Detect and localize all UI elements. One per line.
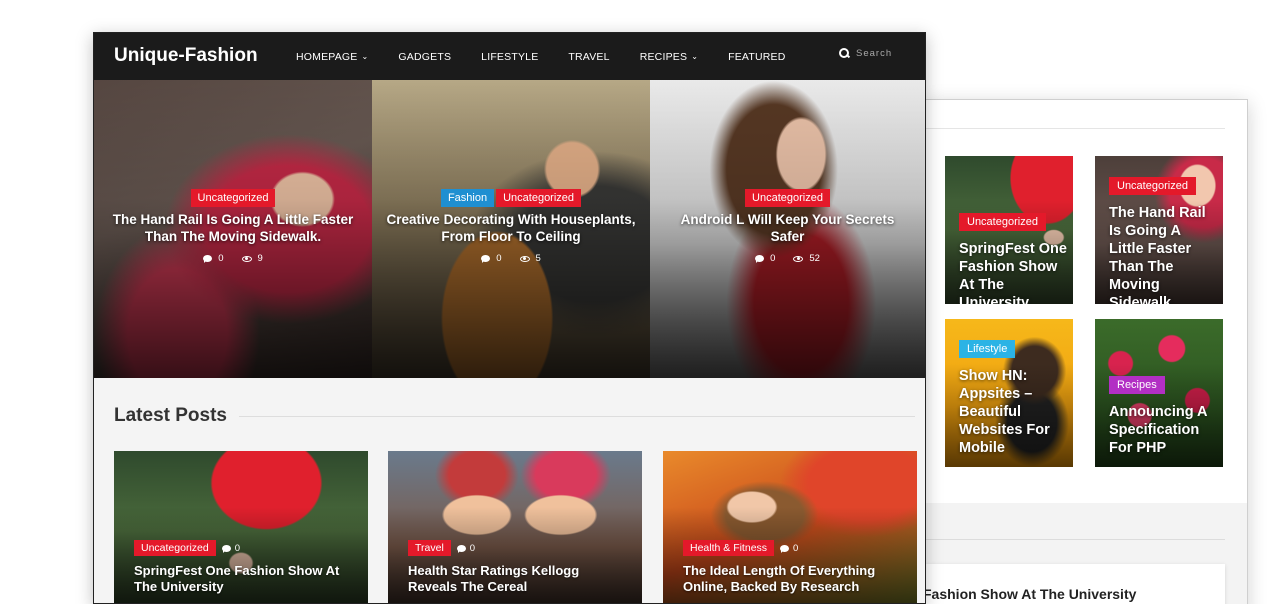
category-badges: Uncategorized [650,189,925,207]
eye-icon [519,255,530,262]
category-badge[interactable]: Uncategorized [1109,177,1196,195]
menu-item-homepage[interactable]: HOMEPAGE ⌄ [296,51,368,63]
search-box[interactable] [839,48,916,59]
comment-count: 0 [793,542,799,554]
post-meta: 0 52 [650,253,925,264]
hero-slide[interactable]: Uncategorized The Hand Rail Is Going A L… [94,80,372,378]
category-badge[interactable]: Recipes [1109,376,1165,394]
post-meta: 0 5 [372,253,650,264]
menu-label: FEATURED [728,50,786,63]
category-badge[interactable]: Health & Fitness [683,540,775,556]
category-badge[interactable]: Fashion [440,189,495,207]
comment-icon [456,544,466,553]
hero-slider: Uncategorized The Hand Rail Is Going A L… [94,80,925,378]
category-badges: Fashion Uncategorized [372,189,650,207]
sidebar-post-title[interactable]: Show HN: Appsites – Beautiful Websites F… [959,367,1067,457]
sidebar-post-title[interactable]: The Hand Rail Is Going A Little Faster T… [1109,204,1217,304]
hero-title[interactable]: Creative Decorating With Houseplants, Fr… [386,211,636,245]
sidebar-post-tile[interactable]: Lifestyle Show HN: Appsites – Beautiful … [945,319,1073,467]
eye-icon [793,255,804,262]
category-badge[interactable]: Uncategorized [134,540,216,556]
category-badge[interactable]: Uncategorized [959,213,1046,231]
comment-icon [780,544,790,553]
post-title[interactable]: SpringFest One Fashion Show At The Unive… [134,563,356,595]
category-badge[interactable]: Lifestyle [959,340,1016,358]
eye-icon [241,255,252,262]
category-badges: Uncategorized [94,189,372,207]
top-navbar: Unique-Fashion HOMEPAGE ⌄ GADGETS LIFESTY… [94,33,925,80]
sidebar-post-tile[interactable]: Uncategorized SpringFest One Fashion Sho… [945,156,1073,304]
search-icon[interactable] [839,48,850,59]
hero-slide[interactable]: Fashion Uncategorized Creative Decoratin… [372,80,650,378]
comment-icon [755,255,765,263]
sidebar-post-title[interactable]: SpringFest One Fashion Show At The Unive… [959,240,1067,304]
post-title[interactable]: The Ideal Length Of Everything Online, B… [683,563,905,595]
sidebar-post-tile[interactable]: Recipes Announcing A Specification For P… [1095,319,1223,467]
search-input[interactable] [856,48,916,59]
comment-icon [481,255,491,263]
post-card[interactable]: Health & Fitness 0 The Ideal Length Of E… [663,451,917,603]
main-menu: HOMEPAGE ⌄ GADGETS LIFESTYLE TRAVEL RECIP… [296,33,816,80]
chevron-down-icon: ⌄ [691,52,699,61]
comment-icon [221,544,231,553]
view-count: 52 [809,253,820,264]
sidebar-post-title[interactable]: Announcing A Specification For PHP [1109,403,1217,457]
post-title[interactable]: Health Star Ratings Kellogg Reveals The … [408,563,630,595]
menu-item-gadgets[interactable]: GADGETS [398,51,451,63]
main-window: Unique-Fashion HOMEPAGE ⌄ GADGETS LIFESTY… [93,32,926,604]
divider [925,128,1225,129]
menu-label: TRAVEL [568,50,610,63]
post-card-title[interactable]: Fashion Show At The University [925,586,1136,602]
post-meta: Travel 0 [408,540,475,556]
divider [239,416,915,417]
comment-icon [203,255,213,263]
category-badge[interactable]: Uncategorized [745,189,830,207]
menu-label: HOMEPAGE [296,50,358,63]
post-meta: 0 9 [94,253,372,264]
post-card[interactable]: Travel 0 Health Star Ratings Kellogg Rev… [388,451,642,603]
divider [925,539,1225,540]
chevron-down-icon: ⌄ [361,52,369,61]
post-meta: Health & Fitness 0 [683,540,798,556]
comment-count: 0 [770,253,776,264]
post-meta: Uncategorized 0 [134,540,240,556]
post-card[interactable]: Uncategorized 0 SpringFest One Fashion S… [114,451,368,603]
menu-label: GADGETS [398,50,452,63]
post-card[interactable]: Fashion Show At The University [925,564,1225,604]
comment-count: 0 [496,253,502,264]
comment-count: 0 [469,542,476,554]
hero-slide[interactable]: Uncategorized Android L Will Keep Your S… [650,80,925,378]
sidebar-post-tile[interactable]: Uncategorized The Hand Rail Is Going A L… [1095,156,1223,304]
section-heading: Latest Posts [114,405,227,426]
menu-item-travel[interactable]: TRAVEL [568,51,609,63]
category-badge[interactable]: Travel [408,540,451,556]
secondary-window: Uncategorized SpringFest One Fashion Sho… [924,99,1248,604]
category-badge[interactable]: Uncategorized [190,189,276,207]
menu-label: LIFESTYLE [481,50,539,63]
menu-label: RECIPES [639,50,688,63]
view-count: 9 [257,253,263,264]
comment-count: 0 [218,253,224,264]
menu-item-lifestyle[interactable]: LIFESTYLE [481,51,538,63]
category-badge[interactable]: Uncategorized [496,189,582,207]
site-logo[interactable]: Unique-Fashion [114,45,258,67]
menu-item-featured[interactable]: FEATURED [728,51,785,63]
menu-item-recipes[interactable]: RECIPES ⌄ [640,51,698,63]
hero-title[interactable]: Android L Will Keep Your Secrets Safer [664,211,911,245]
comment-count: 0 [234,542,241,554]
view-count: 5 [535,253,541,264]
hero-title[interactable]: The Hand Rail Is Going A Little Faster T… [108,211,358,245]
